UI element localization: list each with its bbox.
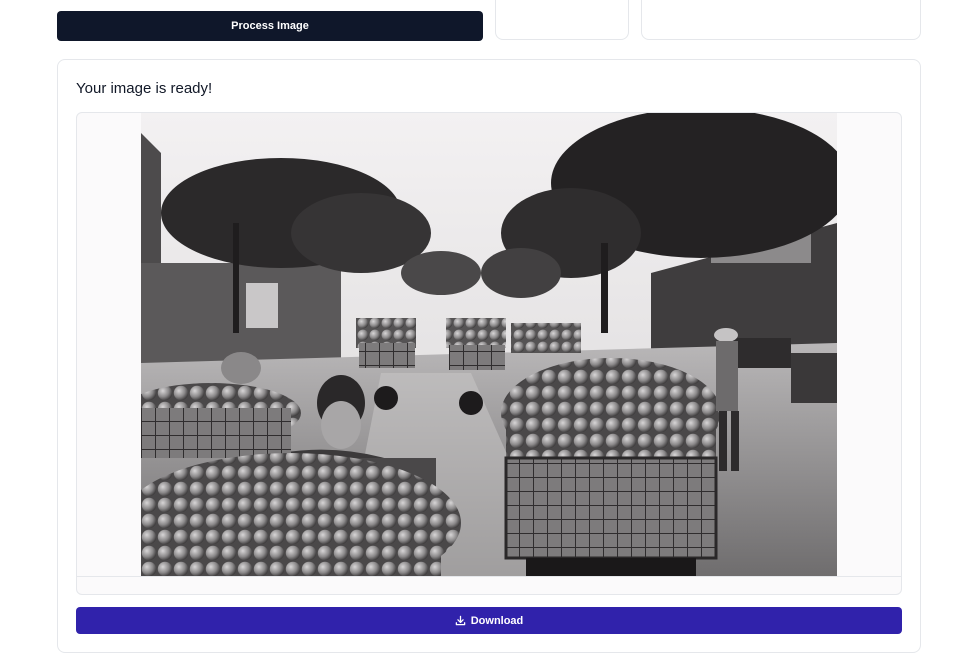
download-label: Download — [470, 614, 524, 627]
settings-card — [641, 0, 921, 40]
processed-image — [141, 113, 837, 576]
options-card — [495, 0, 629, 40]
download-button[interactable]: Download — [76, 607, 902, 634]
result-card: Your image is ready! Download — [57, 59, 921, 653]
result-title: Your image is ready! — [76, 80, 213, 97]
image-preview-frame — [76, 112, 902, 595]
preview-divider — [77, 576, 901, 577]
download-icon — [455, 615, 466, 626]
process-image-button[interactable]: Process Image — [57, 11, 483, 41]
